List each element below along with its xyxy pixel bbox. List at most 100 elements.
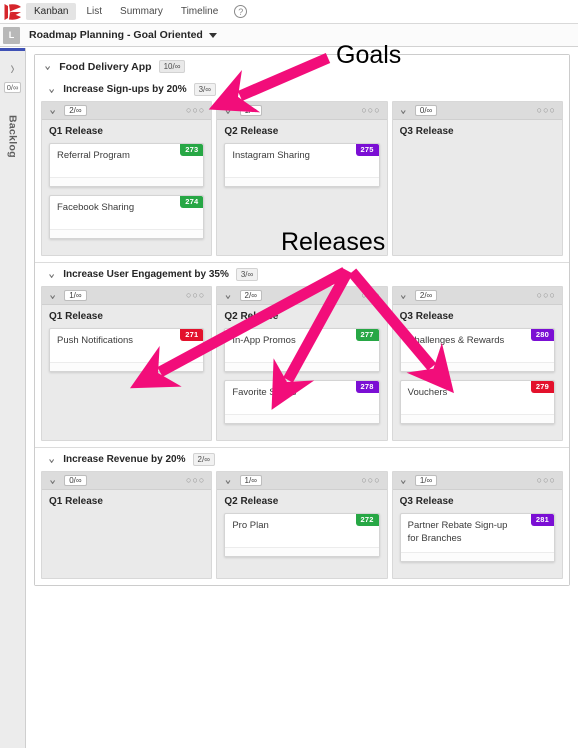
card-id-badge[interactable]: 274 [180, 196, 204, 208]
project-header[interactable]: ⌄ Food Delivery App 10/∞ [35, 55, 569, 78]
column-collapse-chevron-down-icon[interactable]: ⌄ [223, 287, 232, 304]
card-id-badge[interactable]: 281 [530, 514, 554, 526]
column-more-options-icon[interactable]: ○○○ [361, 106, 380, 115]
task-card[interactable]: 277 In-App Promos [224, 328, 380, 372]
goal-lane: ⌄ Increase Sign-ups by 20% 3/∞ ⌄ 2/∞ ○○○ Q1 Re… [35, 78, 569, 262]
card-id-badge[interactable]: 279 [530, 381, 554, 393]
task-card[interactable]: 279 Vouchers [399, 380, 555, 424]
column-more-options-icon[interactable]: ○○○ [537, 291, 556, 300]
column-more-options-icon[interactable]: ○○○ [537, 476, 556, 485]
column-card-list[interactable] [42, 513, 211, 578]
column-card-list[interactable]: 271 Push Notifications [42, 328, 211, 440]
column-card-list[interactable]: 281 Partner Rebate Sign-up for Branches [393, 513, 562, 578]
column-more-options-icon[interactable]: ○○○ [537, 106, 556, 115]
goal-wip-limit: 3/∞ [235, 268, 259, 281]
backlog-expand-chevron-right-icon[interactable]: › [11, 57, 15, 79]
task-card[interactable]: 272 Pro Plan [224, 513, 380, 557]
card-id-badge[interactable]: 280 [530, 329, 554, 341]
board-title: Roadmap Planning - Goal Oriented [29, 29, 203, 41]
column-header-bar: ⌄ 2/∞ ○○○ [217, 287, 387, 305]
release-column-row: ⌄ 0/∞ ○○○ Q1 Release ⌄ 1/∞ ○○○ Q2 Release 272 Pro… [35, 471, 569, 585]
release-column: ⌄ 1/∞ ○○○ Q1 Release 271 Push Notifications [41, 286, 213, 441]
column-more-options-icon[interactable]: ○○○ [361, 291, 380, 300]
card-id-badge[interactable]: 275 [355, 144, 379, 156]
goal-wip-limit: 2/∞ [192, 453, 215, 466]
card-footer [400, 414, 554, 423]
column-card-list[interactable]: 273 Referral Program 274 Facebook Sharing [42, 143, 211, 255]
release-column: ⌄ 2/∞ ○○○ Q1 Release 273 Referral Program 274 F… [41, 101, 213, 256]
column-card-list[interactable]: 275 Instagram Sharing [217, 143, 386, 255]
column-collapse-chevron-down-icon[interactable]: ⌄ [223, 472, 232, 489]
project-title: Food Delivery App [59, 60, 152, 73]
column-more-options-icon[interactable]: ○○○ [186, 476, 205, 485]
column-collapse-chevron-down-icon[interactable]: ⌄ [48, 287, 57, 304]
column-collapse-chevron-down-icon[interactable]: ⌄ [399, 472, 408, 489]
column-name: Q2 Release [224, 311, 279, 322]
column-header-bar: ⌄ 1/∞ ○○○ [42, 287, 212, 305]
column-card-list[interactable]: 280 Challenges & Rewards 279 Vouchers [393, 328, 562, 440]
column-card-list[interactable] [393, 143, 562, 255]
goal-collapse-chevron-down-icon[interactable]: ⌄ [47, 266, 56, 283]
column-collapse-chevron-down-icon[interactable]: ⌄ [223, 102, 232, 119]
card-id-badge[interactable]: 273 [180, 144, 204, 156]
card-id-badge[interactable]: 277 [355, 329, 379, 341]
tab-summary[interactable]: Summary [112, 3, 171, 20]
release-column: ⌄ 2/∞ ○○○ Q3 Release 280 Challenges & Rewards… [391, 286, 563, 441]
release-column-row: ⌄ 1/∞ ○○○ Q1 Release 271 Push Notifications ⌄ 2… [35, 286, 569, 447]
board-avatar: L [3, 26, 20, 44]
card-id-badge[interactable]: 272 [355, 514, 379, 526]
project-collapse-chevron-down-icon[interactable]: ⌄ [43, 58, 52, 75]
nav-tab-list: Kanban List Summary Timeline ? [26, 3, 248, 20]
column-collapse-chevron-down-icon[interactable]: ⌄ [48, 472, 57, 489]
card-id-badge[interactable]: 278 [355, 381, 379, 393]
column-collapse-chevron-down-icon[interactable]: ⌄ [399, 102, 408, 119]
goal-collapse-chevron-down-icon[interactable]: ⌄ [47, 81, 56, 98]
tab-list[interactable]: List [78, 3, 110, 20]
task-card[interactable]: 271 Push Notifications [49, 328, 205, 372]
tab-timeline[interactable]: Timeline [173, 3, 226, 20]
card-footer [50, 229, 204, 238]
backlog-collapsed-lane[interactable]: › 0/∞ Backlog [0, 48, 26, 748]
goal-title: Increase Sign-ups by 20% [63, 84, 187, 95]
column-name: Q1 Release [49, 311, 103, 322]
column-wip-limit: 1/∞ [64, 290, 87, 301]
column-name: Q1 Release [49, 496, 103, 507]
help-question-icon[interactable]: ? [234, 5, 248, 18]
card-footer [400, 551, 554, 561]
kanbanize-k-logo-icon[interactable] [0, 0, 26, 24]
column-more-options-icon[interactable]: ○○○ [361, 476, 380, 485]
release-column: ⌄ 2/∞ ○○○ Q2 Release 277 In-App Promos 278 Favo… [216, 286, 388, 441]
task-card[interactable]: 281 Partner Rebate Sign-up for Branches [399, 513, 555, 562]
backlog-lane-label: Backlog [6, 115, 19, 158]
task-card[interactable]: 275 Instagram Sharing [224, 143, 380, 187]
goal-header[interactable]: ⌄ Increase Revenue by 20% 2/∞ [35, 448, 569, 471]
column-more-options-icon[interactable]: ○○○ [186, 291, 205, 300]
goal-header[interactable]: ⌄ Increase Sign-ups by 20% 3/∞ [35, 78, 569, 101]
goal-wip-limit: 3/∞ [193, 83, 216, 96]
column-more-options-icon[interactable]: ○○○ [186, 106, 205, 115]
column-collapse-chevron-down-icon[interactable]: ⌄ [48, 102, 57, 119]
goal-header[interactable]: ⌄ Increase User Engagement by 35% 3/∞ [35, 263, 569, 286]
column-name: Q3 Release [399, 496, 454, 507]
task-card[interactable]: 273 Referral Program [49, 143, 205, 187]
tab-kanban[interactable]: Kanban [26, 3, 77, 20]
column-collapse-chevron-down-icon[interactable]: ⌄ [399, 287, 408, 304]
goal-collapse-chevron-down-icon[interactable]: ⌄ [47, 451, 56, 468]
board-dropdown-caret-icon[interactable] [208, 32, 217, 38]
card-footer [50, 362, 204, 371]
column-wip-limit: 1/∞ [414, 475, 438, 486]
column-card-list[interactable]: 277 In-App Promos 278 Favorite Shops [217, 328, 386, 440]
column-header-bar: ⌄ 1/∞ ○○○ [217, 472, 387, 490]
task-card[interactable]: 280 Challenges & Rewards [399, 328, 555, 372]
swimlane-scroll-area[interactable]: ⌄ Food Delivery App 10/∞ ⌄ Increase Sign-… [26, 48, 578, 748]
task-card[interactable]: 274 Facebook Sharing [49, 195, 205, 239]
release-column: ⌄ 1/∞ ○○○ Q3 Release 281 Partner Rebate Sign-… [391, 471, 563, 579]
release-column-row: ⌄ 2/∞ ○○○ Q1 Release 273 Referral Program 274 F… [35, 101, 569, 262]
column-name: Q3 Release [399, 311, 454, 322]
task-card[interactable]: 278 Favorite Shops [224, 380, 380, 424]
backlog-accent-bar [0, 48, 25, 51]
card-id-badge[interactable]: 271 [180, 329, 204, 341]
column-header-bar: ⌄ 1/∞ ○○○ [217, 102, 387, 120]
release-column: ⌄ 1/∞ ○○○ Q2 Release 275 Instagram Sharing [216, 101, 388, 256]
column-card-list[interactable]: 272 Pro Plan [217, 513, 386, 578]
